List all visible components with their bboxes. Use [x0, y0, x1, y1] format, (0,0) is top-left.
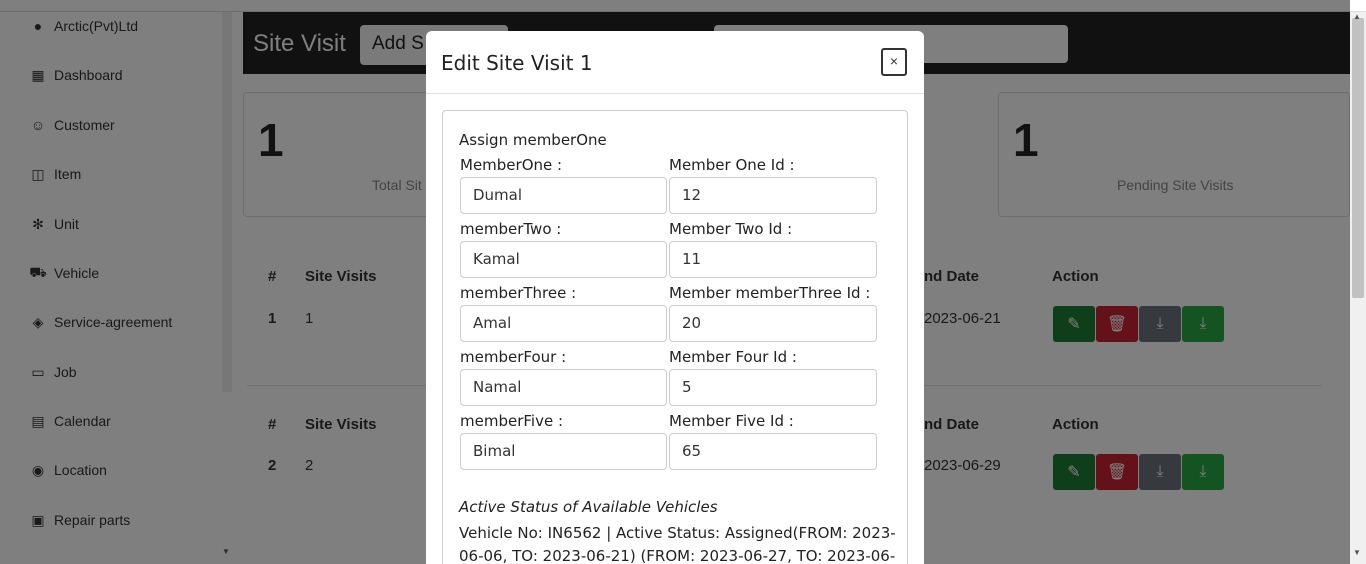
member-three-id-label: Member memberThree Id : — [669, 284, 871, 302]
member-five-name-input[interactable]: Bimal — [460, 433, 667, 470]
member-two-name-label: memberTwo : — [460, 220, 562, 238]
vehicle-status-heading: Active Status of Available Vehicles — [459, 498, 718, 516]
member-one-name-input[interactable]: Dumal — [460, 177, 667, 214]
member-four-id-label: Member Four Id : — [669, 348, 797, 366]
member-four-id-input[interactable]: 5 — [669, 369, 877, 406]
member-four-name-input[interactable]: Namal — [460, 369, 667, 406]
member-five-id-input[interactable]: 65 — [669, 433, 877, 470]
member-two-id-label: Member Two Id : — [669, 220, 793, 238]
member-two-name-input[interactable]: Kamal — [460, 241, 667, 278]
vehicle-status-text: Vehicle No: IN6562 | Active Status: Assi… — [459, 524, 896, 564]
page-scrollbar-thumb[interactable] — [1352, 18, 1364, 298]
member-form: Assign memberOne MemberOne : Member One … — [442, 110, 908, 564]
edit-site-visit-modal: Edit Site Visit 1 × Assign memberOne Mem… — [426, 31, 924, 564]
modal-title: Edit Site Visit 1 — [441, 51, 593, 75]
member-five-name-label: memberFive : — [460, 412, 564, 430]
scroll-up-icon[interactable]: ▲ — [1353, 12, 1361, 21]
member-one-id-label: Member One Id : — [669, 156, 795, 174]
member-one-name-label: MemberOne : — [460, 156, 563, 174]
modal-header: Edit Site Visit 1 × — [426, 31, 924, 94]
member-two-id-input[interactable]: 11 — [669, 241, 877, 278]
close-button[interactable]: × — [881, 48, 907, 76]
member-three-name-label: memberThree : — [460, 284, 577, 302]
member-four-name-label: memberFour : — [460, 348, 567, 366]
member-one-id-input[interactable]: 12 — [669, 177, 877, 214]
scroll-down-icon[interactable]: ▼ — [1353, 548, 1361, 557]
member-three-name-input[interactable]: Amal — [460, 305, 667, 342]
member-five-id-label: Member Five Id : — [669, 412, 794, 430]
section-label: Assign memberOne — [459, 131, 607, 149]
member-three-id-input[interactable]: 20 — [669, 305, 877, 342]
